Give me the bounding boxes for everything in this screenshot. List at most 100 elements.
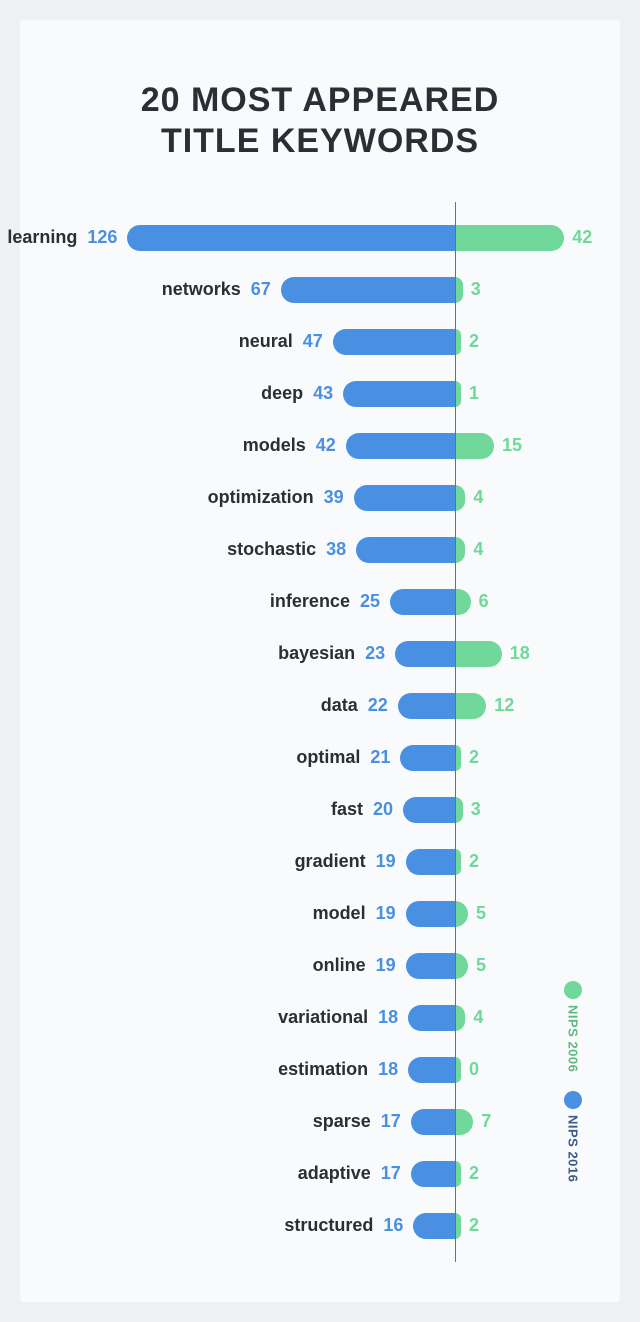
bar-row: fast 20 3 xyxy=(50,784,590,836)
value-right: 2 xyxy=(469,1163,479,1184)
bar-row: bayesian2318 xyxy=(50,628,590,680)
value-left: 42 xyxy=(316,435,336,456)
legend: NIPS 2006 NIPS 2016 xyxy=(564,981,582,1182)
value-right: 5 xyxy=(476,955,486,976)
bar-left xyxy=(343,381,455,407)
value-left: 47 xyxy=(303,331,323,352)
value-right: 4 xyxy=(473,539,483,560)
keyword-label: estimation xyxy=(278,1059,368,1080)
row-label-group: models 42 xyxy=(243,435,336,456)
keyword-label: optimization xyxy=(208,487,314,508)
bar-left xyxy=(408,1057,455,1083)
row-label-group: adaptive 17 xyxy=(298,1163,401,1184)
bar-left xyxy=(281,277,455,303)
value-right: 3 xyxy=(471,279,481,300)
bar-row: structured162 xyxy=(50,1200,590,1252)
keyword-label: networks xyxy=(162,279,241,300)
bar-left xyxy=(346,433,455,459)
row-label-group: fast 20 xyxy=(331,799,393,820)
row-label-group: learning 126 xyxy=(7,227,117,248)
bar-right xyxy=(455,485,465,511)
value-right: 5 xyxy=(476,903,486,924)
legend-label-left: NIPS 2016 xyxy=(566,1115,581,1182)
value-left: 19 xyxy=(376,903,396,924)
row-label-group: online19 xyxy=(313,955,396,976)
value-right: 1 xyxy=(469,383,479,404)
row-label-group: sparse17 xyxy=(313,1111,401,1132)
bar-row: networks 67 3 xyxy=(50,264,590,316)
value-left: 21 xyxy=(370,747,390,768)
value-right: 2 xyxy=(469,747,479,768)
bar-row: model 19 5 xyxy=(50,888,590,940)
value-right: 4 xyxy=(473,487,483,508)
bar-row: optimal 21 2 xyxy=(50,732,590,784)
value-left: 22 xyxy=(368,695,388,716)
value-right: 42 xyxy=(572,227,592,248)
keyword-label: models xyxy=(243,435,306,456)
bar-row: stochastic38 4 xyxy=(50,524,590,576)
value-left: 67 xyxy=(251,279,271,300)
row-label-group: optimal 21 xyxy=(296,747,390,768)
bar-row: adaptive 17 2 xyxy=(50,1148,590,1200)
value-left: 19 xyxy=(376,851,396,872)
bar-left xyxy=(403,797,455,823)
value-right: 2 xyxy=(469,331,479,352)
value-left: 20 xyxy=(373,799,393,820)
keyword-label: variational xyxy=(278,1007,368,1028)
title-line-2: TITLE KEYWORDS xyxy=(161,122,479,160)
keyword-label: fast xyxy=(331,799,363,820)
value-right: 12 xyxy=(494,695,514,716)
bar-left xyxy=(413,1213,455,1239)
title-line-1: 20 MOST APPEARED xyxy=(141,81,500,119)
bar-right xyxy=(455,433,494,459)
value-left: 39 xyxy=(324,487,344,508)
value-left: 43 xyxy=(313,383,333,404)
row-label-group: data22 xyxy=(321,695,388,716)
value-left: 17 xyxy=(381,1163,401,1184)
value-left: 23 xyxy=(365,643,385,664)
keyword-label: online xyxy=(313,955,366,976)
value-right: 4 xyxy=(473,1007,483,1028)
circle-icon xyxy=(564,981,582,999)
bar-right xyxy=(455,589,471,615)
center-axis xyxy=(455,202,456,1262)
keyword-label: model xyxy=(313,903,366,924)
row-label-group: gradient19 xyxy=(295,851,396,872)
row-label-group: inference25 xyxy=(270,591,380,612)
bar-right xyxy=(455,537,465,563)
bar-left xyxy=(411,1109,455,1135)
value-right: 18 xyxy=(510,643,530,664)
keyword-label: adaptive xyxy=(298,1163,371,1184)
value-right: 15 xyxy=(502,435,522,456)
row-label-group: deep43 xyxy=(261,383,333,404)
value-left: 126 xyxy=(87,227,117,248)
bar-left xyxy=(333,329,455,355)
row-label-group: networks 67 xyxy=(162,279,271,300)
value-right: 0 xyxy=(469,1059,479,1080)
row-label-group: model 19 xyxy=(313,903,396,924)
value-left: 25 xyxy=(360,591,380,612)
value-right: 3 xyxy=(471,799,481,820)
row-label-group: estimation 18 xyxy=(278,1059,398,1080)
bar-right xyxy=(455,225,564,251)
keyword-label: stochastic xyxy=(227,539,316,560)
bar-left xyxy=(356,537,455,563)
bar-right xyxy=(455,1005,465,1031)
bar-row: models 42 15 xyxy=(50,420,590,472)
value-left: 18 xyxy=(378,1059,398,1080)
bar-left xyxy=(406,953,455,979)
value-left: 16 xyxy=(383,1215,403,1236)
bar-left xyxy=(390,589,455,615)
value-left: 17 xyxy=(381,1111,401,1132)
bar-left xyxy=(408,1005,455,1031)
bar-right xyxy=(455,277,463,303)
row-label-group: variational18 xyxy=(278,1007,398,1028)
value-right: 2 xyxy=(469,1215,479,1236)
bar-right xyxy=(455,1109,473,1135)
keyword-label: optimal xyxy=(296,747,360,768)
bar-row: variational18 4 xyxy=(50,992,590,1044)
row-label-group: stochastic38 xyxy=(227,539,346,560)
keyword-label: learning xyxy=(7,227,77,248)
bar-row: estimation 18 0 xyxy=(50,1044,590,1096)
keyword-label: neural xyxy=(239,331,293,352)
